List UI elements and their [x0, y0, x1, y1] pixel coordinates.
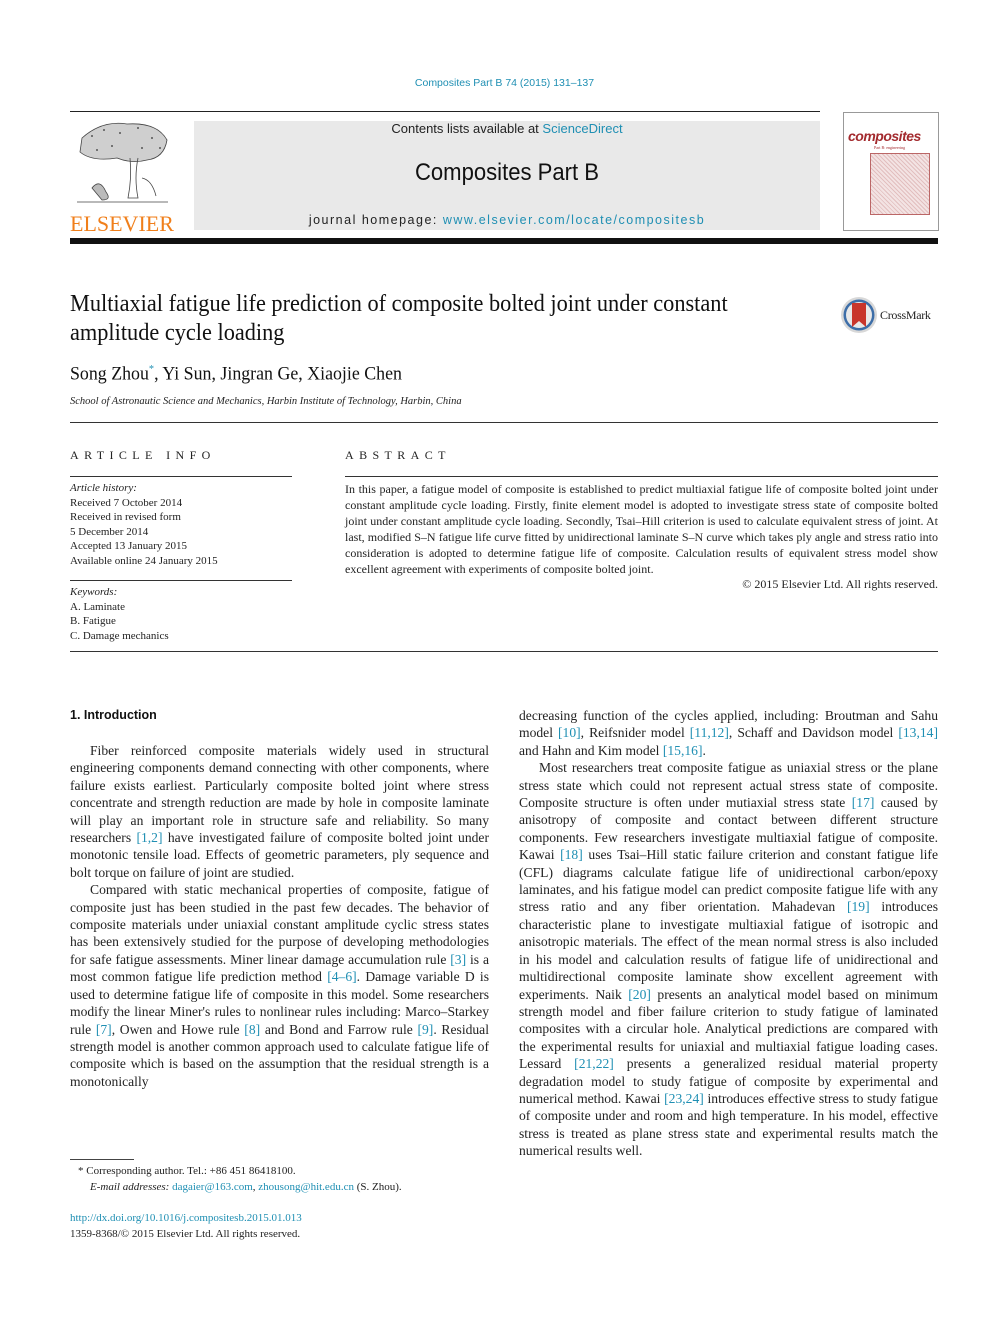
journal-citation[interactable]: Composites Part B 74 (2015) 131–137: [0, 77, 992, 89]
article-info-heading: ARTICLE INFO: [70, 448, 216, 462]
abstract-rule: [345, 476, 938, 477]
elsevier-wordmark: ELSEVIER: [70, 211, 174, 236]
paragraph-text: and Bond and Farrow rule: [260, 1021, 418, 1037]
citation-link[interactable]: [7]: [96, 1022, 112, 1037]
header-thick-rule: [70, 238, 938, 244]
history-label: Article history:: [70, 482, 137, 494]
doi-link[interactable]: http://dx.doi.org/10.1016/j.compositesb.…: [70, 1212, 302, 1224]
paragraph-text: , Reifsnider model: [580, 725, 690, 741]
corresponding-author-text: Corresponding author. Tel.: +86 451 8641…: [86, 1165, 296, 1177]
abstract-heading: ABSTRACT: [345, 448, 451, 462]
citation-link[interactable]: [21,22]: [574, 1056, 614, 1071]
citation-link[interactable]: [23,24]: [664, 1091, 704, 1106]
paragraph: Fiber reinforced composite materials wid…: [70, 742, 489, 881]
keyword-item[interactable]: B. Fatigue: [70, 614, 292, 629]
article-footer: http://dx.doi.org/10.1016/j.compositesb.…: [70, 1210, 302, 1242]
paragraph: Most researchers treat composite fatigue…: [519, 759, 938, 1159]
journal-banner: Contents lists available at ScienceDirec…: [194, 121, 820, 230]
keywords: Keywords: A. Laminate B. Fatigue C. Dama…: [70, 585, 292, 643]
history-item: Accepted 13 January 2015: [70, 540, 187, 552]
citation-link[interactable]: [11,12]: [690, 725, 729, 740]
cover-subtitle: Part B: engineering: [874, 145, 906, 150]
email-label: E-mail addresses:: [90, 1180, 173, 1193]
crossmark-badge[interactable]: CrossMark: [840, 296, 940, 336]
keywords-label: Keywords:: [70, 586, 118, 598]
author-separator: ,: [211, 363, 221, 385]
journal-title: Composites Part B: [414, 159, 600, 186]
body-column-right: decreasing function of the cycles applie…: [519, 707, 938, 1160]
footnote: * Corresponding author. Tel.: +86 451 86…: [70, 1164, 500, 1195]
footnote-mark: *: [78, 1165, 84, 1177]
contents-list-line: Contents lists available at ScienceDirec…: [194, 121, 820, 136]
elsevier-tree-icon: [72, 118, 172, 210]
article-title: Multiaxial fatigue life prediction of co…: [70, 291, 728, 346]
citation-link[interactable]: [20]: [628, 987, 651, 1002]
citation-link[interactable]: [10]: [558, 725, 581, 740]
citation-link[interactable]: [18]: [560, 847, 583, 862]
history-item: Received 7 October 2014: [70, 496, 183, 509]
section-heading-introduction: 1. Introduction: [70, 708, 157, 722]
email-link[interactable]: zhousong@hit.edu.cn: [258, 1181, 354, 1193]
header-rule: [70, 111, 820, 112]
homepage-prefix: journal homepage:: [308, 213, 443, 227]
contents-prefix: Contents lists available at: [391, 121, 543, 136]
footnote-rule: [70, 1159, 134, 1160]
paragraph-text: and Hahn and Kim model: [519, 742, 663, 758]
author-separator: ,: [298, 363, 308, 385]
author-name[interactable]: Xiaojie Chen: [307, 363, 402, 384]
journal-homepage-line: journal homepage: www.elsevier.com/locat…: [194, 213, 820, 227]
abstract-column: ABSTRACT In this paper, a fatigue model …: [345, 448, 938, 592]
citation-link[interactable]: [8]: [244, 1022, 260, 1037]
citation-link[interactable]: [3]: [450, 952, 466, 967]
crossmark-icon: [841, 297, 877, 333]
paragraph: Compared with static mechanical properti…: [70, 881, 489, 1090]
history-item: 5 December 2014: [70, 525, 149, 538]
citation-link[interactable]: [13,14]: [898, 725, 938, 740]
citation-link[interactable]: [4–6]: [327, 969, 356, 984]
cover-artwork: [870, 153, 930, 215]
citation-link[interactable]: [1,2]: [136, 830, 162, 845]
email-link[interactable]: dagaier@163.com: [172, 1181, 253, 1193]
author-separator: ,: [154, 363, 163, 385]
abstract-text: In this paper, a fatigue model of compos…: [345, 482, 938, 576]
email-note: E-mail addresses: dagaier@163.com, zhous…: [70, 1180, 500, 1196]
title-block-rule: [70, 422, 938, 423]
history-item: Received in revised form: [70, 511, 181, 523]
abstract-copyright: © 2015 Elsevier Ltd. All rights reserved…: [742, 577, 938, 591]
journal-cover-thumbnail[interactable]: composites Part B: engineering: [843, 112, 939, 231]
keywords-rule: [70, 580, 292, 581]
article-info-rule: [70, 476, 292, 477]
citation-link[interactable]: [9]: [417, 1022, 433, 1037]
citation-link[interactable]: [19]: [847, 899, 870, 914]
corresponding-author-note: * Corresponding author. Tel.: +86 451 86…: [70, 1164, 500, 1180]
citation-link[interactable]: [17]: [852, 795, 875, 810]
article-history: Article history: Received 7 October 2014…: [70, 481, 292, 568]
crossmark-label: CrossMark: [880, 308, 931, 322]
affiliation: School of Astronautic Science and Mechan…: [70, 396, 462, 407]
paragraph-text: , Owen and Howe rule: [111, 1021, 245, 1037]
author-name[interactable]: Jingran Ge: [220, 363, 298, 384]
cover-title: composites: [848, 128, 921, 144]
paragraph-text: .: [702, 742, 706, 758]
paragraph: decreasing function of the cycles applie…: [519, 707, 938, 759]
body-column-left: Fiber reinforced composite materials wid…: [70, 742, 489, 1090]
keyword-item[interactable]: C. Damage mechanics: [70, 629, 292, 644]
author-list: Song Zhou*, Yi Sun, Jingran Ge, Xiaojie …: [70, 363, 402, 385]
abstract-bottom-rule: [70, 651, 938, 652]
email-suffix: (S. Zhou).: [353, 1180, 402, 1193]
paragraph-text: Compared with static mechanical properti…: [70, 882, 489, 967]
author-name[interactable]: Song Zhou: [70, 363, 149, 384]
sciencedirect-link[interactable]: ScienceDirect: [542, 121, 622, 136]
homepage-link[interactable]: www.elsevier.com/locate/compositesb: [443, 213, 705, 227]
author-name[interactable]: Yi Sun: [162, 363, 211, 384]
history-item: Available online 24 January 2015: [70, 554, 218, 567]
elsevier-logo[interactable]: ELSEVIER: [70, 118, 190, 236]
issn-copyright: 1359-8368/© 2015 Elsevier Ltd. All right…: [70, 1228, 301, 1240]
paragraph-text: , Schaff and Davidson model: [728, 725, 899, 741]
keyword-item[interactable]: A. Laminate: [70, 600, 292, 615]
citation-link[interactable]: [15,16]: [663, 743, 703, 758]
article-info-column: ARTICLE INFO Article history: Received 7…: [70, 448, 292, 643]
